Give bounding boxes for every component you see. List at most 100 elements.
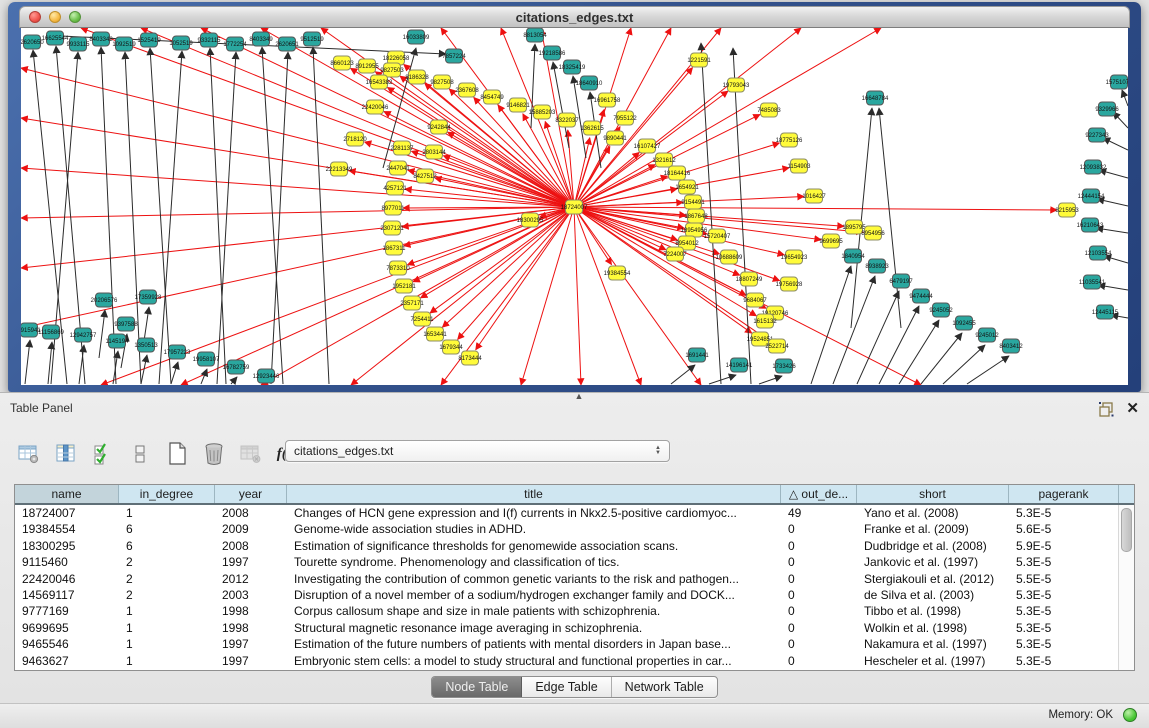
graph-node[interactable]: 12942757 [70,328,97,342]
graph-node[interactable]: 19384554 [604,266,631,280]
table-row[interactable]: 1456911722003Disruption of a novel membe… [15,587,1119,603]
table-settings-icon[interactable] [16,442,42,466]
graph-node[interactable]: 19958107 [193,352,220,366]
table-scrollbar[interactable] [1118,505,1134,670]
graph-node[interactable]: 2367608 [455,83,479,97]
graph-node[interactable]: 9332115 [198,33,222,47]
graph-node[interactable]: 19793043 [723,78,750,92]
graph-node[interactable]: 9512519 [300,32,324,46]
graph-node[interactable]: 1052519 [169,36,193,50]
graph-node[interactable]: 9474444 [909,289,933,303]
graph-node[interactable]: 7873310 [386,261,410,275]
graph-node[interactable]: 9933115 [67,37,91,51]
tab-network-table[interactable]: Network Table [612,677,717,697]
graph-node[interactable]: 8977011 [382,201,406,215]
float-panel-icon[interactable] [1099,402,1114,417]
column-header-pagerank[interactable]: pagerank [1009,485,1119,503]
graph-node[interactable]: 19218586 [539,46,566,60]
table-row[interactable]: 911546021997Tourette syndrome. Phenomeno… [15,554,1119,570]
graph-node[interactable]: 20206576 [91,293,118,307]
graph-node[interactable]: 1362615 [580,121,604,135]
graph-node[interactable]: 1321612 [652,153,676,167]
graph-node[interactable]: 9397588 [114,317,138,331]
graph-node[interactable]: 1654921 [675,180,699,194]
graph-node[interactable]: 19654923 [781,250,808,264]
column-header-name[interactable]: name [15,485,119,503]
graph-node[interactable]: 2447041 [386,161,410,175]
graph-node[interactable]: 1615132 [753,314,777,328]
graph-node[interactable]: 7254411 [411,312,435,326]
graph-node[interactable]: 9245052 [929,303,953,317]
graph-node[interactable]: 8954956 [861,226,885,240]
graph-node[interactable]: 8454749 [480,90,504,104]
table-row[interactable]: 1830029562008Estimation of significance … [15,538,1119,554]
rows-icon[interactable] [127,442,153,466]
graph-node[interactable]: 18807249 [736,272,763,286]
table-selector-dropdown[interactable]: citations_edges.txt ▲▼ [285,440,670,462]
graph-node[interactable]: 8215953 [1055,203,1079,217]
graph-node[interactable]: 9242844 [427,120,451,134]
graph-node[interactable]: 8186328 [405,70,429,84]
graph-node[interactable]: 9227343 [1085,128,1109,142]
graph-node[interactable]: 15751074 [1106,75,1128,89]
graph-node[interactable]: 8403342 [89,32,113,46]
graph-node[interactable]: 11035541 [1079,275,1106,289]
graph-node[interactable]: 9890441 [603,131,627,145]
graph-node[interactable]: 15720407 [704,229,731,243]
window-title-bar[interactable]: citations_edges.txt [19,6,1130,28]
table-row[interactable]: 969969511998Structural magnetic resonanc… [15,620,1119,636]
graph-node[interactable]: 7485083 [757,103,781,117]
network-view[interactable]: 2620650166255449933115840334210925191525… [21,28,1128,385]
column-header-short[interactable]: short [857,485,1009,503]
graph-node[interactable]: 8912955 [355,59,379,73]
graph-node[interactable]: 18325419 [559,60,586,74]
graph-node[interactable]: 12093832 [1080,160,1107,174]
graph-node[interactable]: 16210643 [1077,218,1104,232]
graph-node[interactable]: 1840954 [841,249,865,263]
graph-node[interactable]: 1772254 [223,37,247,51]
graph-node[interactable]: 2281137 [391,141,415,155]
graph-node[interactable]: 1691441 [685,348,709,362]
graph-node[interactable]: 2803144 [422,145,446,159]
graph-node[interactable]: 8173444 [458,351,482,365]
graph-node[interactable]: 7955122 [613,111,637,125]
graph-node[interactable]: 2620651 [275,37,299,51]
graph-node[interactable]: 8813054 [523,28,547,42]
table-row[interactable]: 1938455462009Genome-wide association stu… [15,521,1119,537]
table-row[interactable]: 1872400712008Changes of HCN gene express… [15,505,1119,521]
column-header-year[interactable]: year [215,485,287,503]
column-header-out_de[interactable]: △ out_de... [781,485,857,503]
graph-node[interactable]: 1653441 [423,327,447,341]
graph-node[interactable]: 1350513 [134,338,158,352]
graph-node[interactable]: 12445115 [1092,305,1119,319]
graph-node[interactable]: 12103554 [1085,246,1112,260]
graph-node[interactable]: 10688609 [716,250,743,264]
graph-node[interactable]: 1145194 [106,334,130,348]
graph-node[interactable]: 2522714 [765,339,789,353]
graph-node[interactable]: 9329966 [1095,102,1119,116]
graph-node[interactable]: 16782759 [223,360,250,374]
graph-node[interactable]: 1016427 [802,189,826,203]
graph-node[interactable]: 19756928 [776,277,803,291]
tab-node-table[interactable]: Node Table [432,677,522,697]
graph-node[interactable]: 7857224 [442,49,466,63]
graph-node[interactable]: 6479197 [889,274,913,288]
graph-node[interactable]: 1679344 [439,340,463,354]
column-header-in_degree[interactable]: in_degree [119,485,215,503]
graph-node[interactable]: 1092519 [112,37,136,51]
graph-node[interactable]: 1221591 [687,53,711,67]
graph-node[interactable]: 14196141 [726,358,753,372]
graph-node[interactable]: 2718120 [343,132,367,146]
graph-node[interactable]: 18775126 [776,133,803,147]
graph-node[interactable]: 9245012 [975,328,999,342]
graph-node[interactable]: 8403349 [249,32,273,46]
new-file-icon[interactable] [164,442,190,466]
graph-node[interactable]: 16961758 [594,93,621,107]
graph-node[interactable]: 9146821 [506,98,530,112]
graph-node[interactable]: 2357171 [400,296,424,310]
graph-node[interactable]: 9154491 [681,195,705,209]
graph-node[interactable]: 1952181 [392,279,416,293]
graph-node[interactable]: 1867648 [684,209,708,223]
show-column-icon[interactable] [53,442,79,466]
graph-node[interactable]: 17957223 [164,345,191,359]
